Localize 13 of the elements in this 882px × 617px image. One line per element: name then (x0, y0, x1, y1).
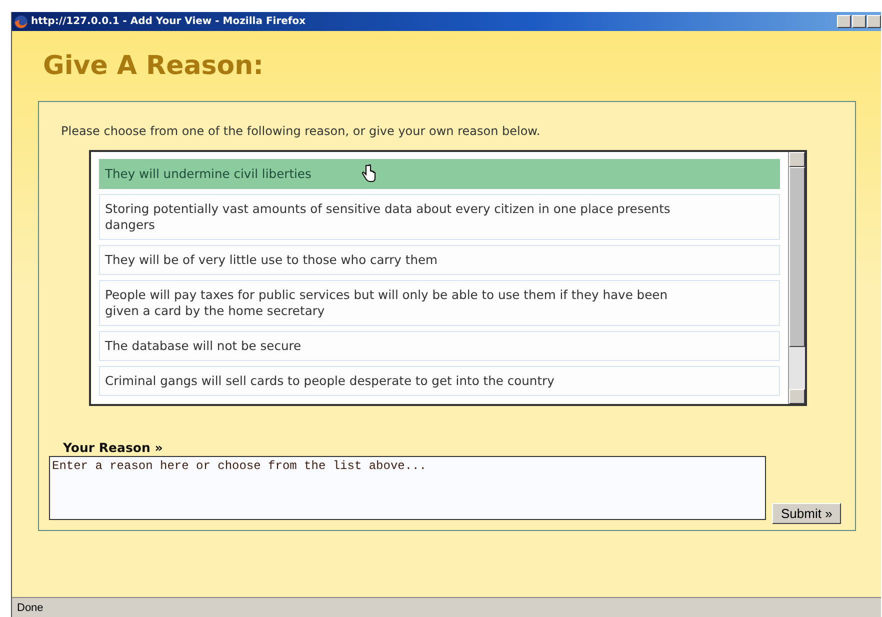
status-text: Done (17, 602, 44, 614)
reason-item[interactable]: They will be of very little use to those who carry them (99, 245, 780, 275)
window-title: http://127.0.0.1 - Add Your View - Mozilla Firefox (31, 16, 307, 27)
reason-item[interactable]: People will pay taxes for public services but will only be able to use them if they have been given a card by the home secretary (99, 280, 780, 326)
reason-field[interactable]: Enter a reason here or choose from the list above... (49, 456, 766, 520)
page-heading: Give A Reason: (43, 51, 265, 81)
reason-item[interactable]: They will undermine civil liberties (99, 159, 780, 189)
reason-item[interactable]: The database will not be secure (99, 331, 780, 361)
reason-item[interactable]: Storing potentially vast amounts of sensitive data about every citizen in one place presents dangers (99, 194, 780, 240)
reason-item[interactable]: Criminal gangs will sell cards to people desperate to get into the country (99, 366, 780, 396)
field-label: Your Reason » (63, 440, 164, 455)
instruction-text: Please choose from one of the following reason, or give your own reason below. (61, 124, 542, 138)
submit-button[interactable]: Submit » (772, 503, 842, 524)
